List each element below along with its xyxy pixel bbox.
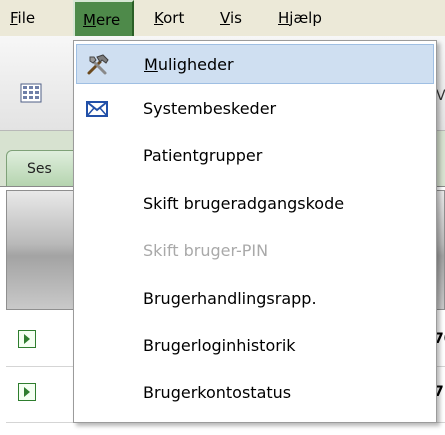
- mere-dropdown-menu: Muligheder Systembeskeder Patientgrupper…: [73, 40, 437, 423]
- menu-hjaelp-rest: jælp: [289, 9, 322, 27]
- menu-file-rest: ile: [17, 9, 36, 27]
- envelope-icon: [84, 96, 110, 122]
- menu-item-mnemonic: M: [144, 55, 158, 74]
- menu-item-brugerkontostatus[interactable]: Brugerkontostatus: [76, 373, 434, 413]
- menu-item-systembeskeder[interactable]: Systembeskeder: [76, 89, 434, 129]
- menu-item-label: Brugerhandlingsrapp.: [143, 289, 317, 308]
- menu-item-skift-brugeradgangskode[interactable]: Skift brugeradgangskode: [76, 184, 434, 224]
- grid-icon[interactable]: [20, 82, 42, 104]
- menu-item-label: Systembeskeder: [143, 99, 277, 118]
- menu-item-patientgrupper[interactable]: Patientgrupper: [76, 136, 434, 176]
- menu-item-label: Muligheder: [144, 45, 234, 85]
- expand-arrow-icon[interactable]: [18, 383, 36, 401]
- menu-hjaelp-mnemonic: H: [278, 9, 290, 27]
- menu-item-label: Brugerloginhistorik: [143, 336, 296, 355]
- menu-file[interactable]: File: [2, 0, 43, 36]
- menu-hjaelp[interactable]: Hjælp: [270, 0, 330, 36]
- expand-arrow-icon[interactable]: [18, 330, 36, 348]
- menu-file-mnemonic: F: [10, 9, 18, 27]
- menu-item-label: Skift bruger-PIN: [143, 241, 269, 260]
- menu-item-label: Brugerkontostatus: [143, 383, 292, 402]
- menu-mere[interactable]: Mere: [73, 0, 134, 36]
- menu-mere-mnemonic: M: [83, 11, 96, 29]
- menu-vis[interactable]: Vis: [212, 0, 250, 36]
- menu-item-label: Skift brugeradgangskode: [143, 194, 345, 213]
- menu-kort[interactable]: Kort: [146, 0, 192, 36]
- menu-kort-rest: ort: [163, 9, 185, 27]
- menu-kort-mnemonic: K: [154, 9, 164, 27]
- menu-item-brugerloginhistorik[interactable]: Brugerloginhistorik: [76, 326, 434, 366]
- menu-item-label: Patientgrupper: [143, 146, 263, 165]
- menu-vis-mnemonic: V: [220, 9, 230, 27]
- menu-item-skift-bruger-pin: Skift bruger-PIN: [76, 231, 434, 271]
- menu-mere-rest: ere: [95, 11, 121, 29]
- menu-bar: File Mere Kort Vis Hjælp: [0, 0, 445, 36]
- menu-item-muligheder[interactable]: Muligheder: [76, 44, 434, 84]
- tools-icon: [85, 52, 111, 78]
- toolbar-cut-text: V: [436, 88, 445, 104]
- menu-item-brugerhandlingsrapp[interactable]: Brugerhandlingsrapp.: [76, 279, 434, 319]
- menu-vis-rest: is: [229, 9, 242, 27]
- menu-item-label-rest: uligheder: [157, 55, 234, 74]
